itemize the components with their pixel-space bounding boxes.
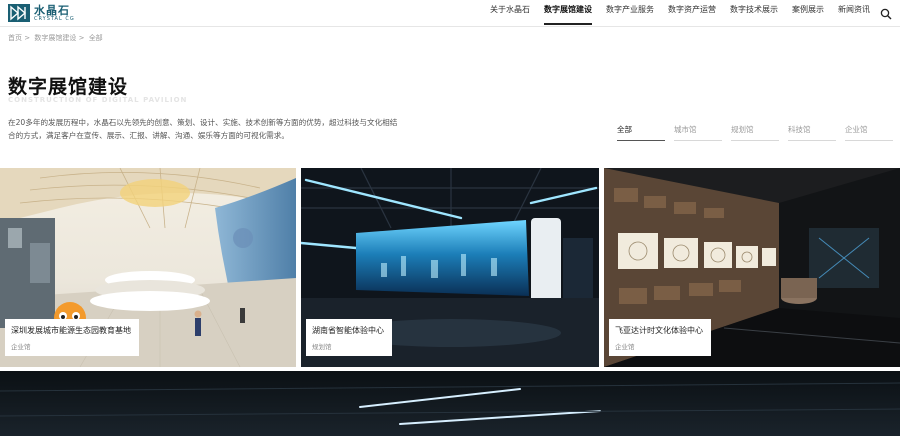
card-tag: 企业馆	[11, 343, 31, 351]
page-subtitle: CONSTRUCTION OF DIGITAL PAVILION	[8, 96, 188, 104]
project-card[interactable]: 湖南省智能体验中心 规划馆	[301, 168, 599, 367]
nav-news[interactable]: 新闻资讯	[838, 0, 870, 26]
page-title: 数字展馆建设	[8, 76, 129, 98]
nav-digital-industry[interactable]: 数字产业服务	[606, 0, 654, 26]
breadcrumb-separator: >	[78, 34, 85, 42]
brand-logo[interactable]: 水晶石 CRYSTAL CG	[8, 3, 75, 23]
nav-digital-assets[interactable]: 数字资产运营	[668, 0, 716, 26]
card-title: 飞亚达计时文化体验中心	[615, 326, 703, 335]
filter-planning[interactable]: 规划馆	[731, 124, 779, 141]
card-caption: 湖南省智能体验中心 规划馆	[306, 319, 392, 356]
card-tag: 企业馆	[615, 343, 635, 351]
top-header: 水晶石 CRYSTAL CG 关于水晶石 数字展馆建设 数字产业服务 数字资产运…	[0, 0, 900, 27]
project-image	[0, 371, 900, 436]
nav-cases[interactable]: 案例展示	[792, 0, 824, 26]
card-title: 深圳发展城市能源生态园教育基地	[11, 326, 131, 335]
project-card[interactable]: 深圳发展城市能源生态园教育基地 企业馆	[0, 168, 296, 367]
category-filters: 全部 城市馆 规划馆 科技馆 企业馆	[617, 124, 900, 141]
nav-digital-tech[interactable]: 数字技术展示	[730, 0, 778, 26]
card-caption: 深圳发展城市能源生态园教育基地 企业馆	[5, 319, 139, 356]
card-caption: 飞亚达计时文化体验中心 企业馆	[609, 319, 711, 356]
project-card-partial[interactable]	[0, 371, 900, 436]
breadcrumb-current: 全部	[88, 34, 103, 42]
logo-text: 水晶石 CRYSTAL CG	[34, 5, 75, 22]
main-nav: 关于水晶石 数字展馆建设 数字产业服务 数字资产运营 数字技术展示 案例展示 新…	[476, 0, 870, 26]
breadcrumb: 首页 > 数字展馆建设 > 全部	[8, 33, 105, 43]
project-grid: 深圳发展城市能源生态园教育基地 企业馆 湖南省智能体验中心 规划馆 飞亚达计时文…	[0, 168, 900, 368]
logo-sub: CRYSTAL CG	[34, 15, 75, 22]
breadcrumb-section[interactable]: 数字展馆建设	[34, 34, 76, 42]
logo-mark-icon	[8, 4, 30, 22]
filter-city[interactable]: 城市馆	[674, 124, 722, 141]
search-icon[interactable]	[880, 5, 892, 20]
filter-enterprise[interactable]: 企业馆	[845, 124, 893, 141]
breadcrumb-separator: >	[24, 34, 31, 42]
nav-digital-pavilion[interactable]: 数字展馆建设	[544, 0, 592, 26]
project-card[interactable]: 飞亚达计时文化体验中心 企业馆	[604, 168, 900, 367]
page-intro: 在20多年的发展历程中，水晶石以先领先的创意、策划、设计、实施、技术创新等方面的…	[8, 118, 398, 140]
breadcrumb-home[interactable]: 首页	[8, 34, 22, 42]
filter-science[interactable]: 科技馆	[788, 124, 836, 141]
logo-name: 水晶石	[34, 3, 70, 17]
nav-about[interactable]: 关于水晶石	[490, 0, 530, 26]
filter-all[interactable]: 全部	[617, 124, 665, 141]
card-title: 湖南省智能体验中心	[312, 326, 384, 335]
card-tag: 规划馆	[312, 343, 332, 351]
